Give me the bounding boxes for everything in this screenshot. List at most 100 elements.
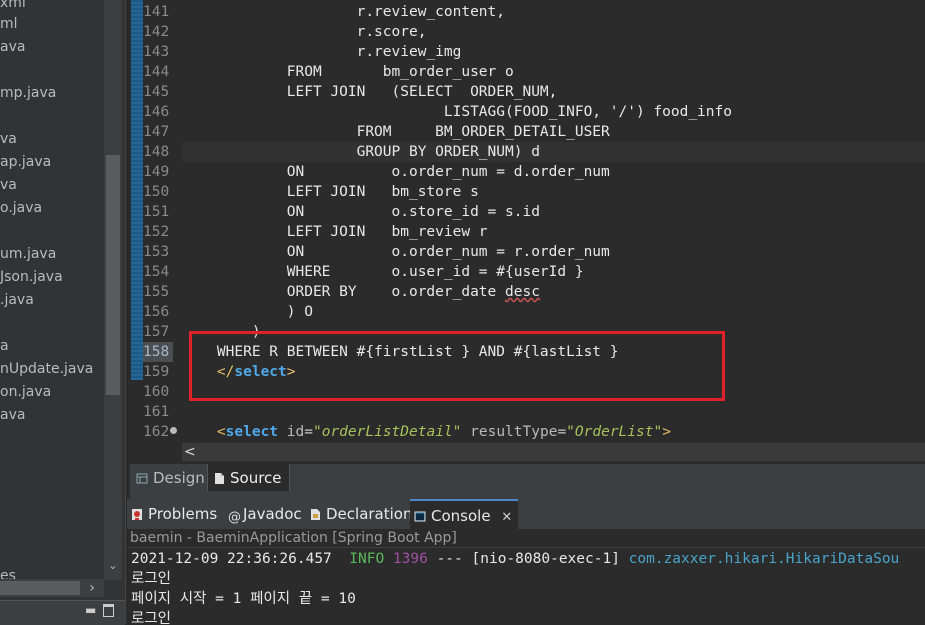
panel-separator (130, 491, 925, 499)
console-icon (414, 511, 426, 522)
design-icon (136, 473, 148, 484)
line-number: 150 (143, 184, 170, 200)
code-token: id (286, 424, 305, 440)
output-line: 페이지 시작 = 1 페이지 끝 = 10 (131, 591, 356, 607)
tab-declaration[interactable]: Declaration (309, 499, 412, 529)
tab-declaration-label: Declaration (326, 505, 413, 523)
code-line: ON o.order_num = r.order_num (182, 244, 610, 260)
sidebar-scroll-thumb[interactable] (106, 155, 120, 395)
tree-item[interactable]: on.java (0, 382, 51, 402)
code-token: "OrderList" (566, 424, 663, 440)
tree-item[interactable]: ava (0, 405, 25, 425)
tree-item[interactable]: mp.java (0, 83, 56, 103)
code-token: < (216, 424, 226, 440)
line-number: 162 (143, 424, 170, 440)
console-title: baemin - BaeminApplication [Spring Boot … (127, 529, 925, 548)
editor-horizontal-scrollbar[interactable] (182, 443, 925, 461)
chevron-left-icon[interactable]: < (184, 443, 196, 461)
console-output[interactable]: 2021-12-09 22:36:26.457 INFO 1396 --- [n… (127, 549, 925, 624)
editor-mode-tabs: Design Source (130, 463, 925, 492)
tree-item[interactable]: nUpdate.java (0, 359, 93, 379)
line-number: 147 (143, 124, 170, 140)
code-token: select (225, 424, 279, 440)
tree-item[interactable]: va (0, 175, 17, 195)
tab-source[interactable]: Source (207, 464, 290, 492)
code-token: > (662, 424, 671, 440)
tree-item[interactable]: o.java (0, 198, 42, 218)
line-number: 157 (143, 324, 170, 340)
chevron-down-icon[interactable]: ⌄ (104, 558, 122, 574)
code-line: ) O (182, 304, 313, 320)
log-line: 2021-12-09 22:36:26.457 INFO 1396 --- [n… (127, 549, 925, 569)
line-number: 160 (143, 384, 170, 400)
tree-item[interactable]: Json.java (0, 267, 63, 287)
output-line: 로그인 (131, 571, 172, 587)
code-token: "orderListDetail" (312, 424, 462, 440)
tab-design-label: Design (153, 469, 205, 487)
tab-javadoc[interactable]: @ Javadoc (228, 499, 302, 529)
close-icon[interactable]: ✕ (501, 510, 512, 525)
code-line: ON o.store_id = s.id (182, 204, 540, 220)
tab-design[interactable]: Design (136, 464, 205, 492)
code-line: ORDER BY o.order_date desc (182, 282, 925, 302)
highlight-annotation-box (189, 331, 725, 401)
line-number: 151 (143, 204, 170, 220)
line-number: 143 (143, 44, 170, 60)
log-separator: --- (436, 551, 463, 567)
tab-problems-label: Problems (148, 505, 218, 523)
tab-console-label: Console (431, 507, 491, 525)
line-number: 158 (143, 342, 173, 362)
code-token: = (557, 424, 567, 440)
code-line: ON o.order_num = d.order_num (182, 164, 610, 180)
bottom-panel-tabs: Problems @ Javadoc Declaration Console ✕ (127, 499, 925, 530)
tab-problems[interactable]: Problems (131, 499, 217, 529)
log-level: INFO (349, 551, 385, 567)
line-number: 156 (143, 304, 170, 320)
code-line: r.review_content, (182, 4, 506, 20)
code-text: ORDER BY o.order_date (182, 284, 506, 300)
code-line: FROM BM_ORDER_DETAIL_USER (182, 124, 610, 140)
code-token: = (304, 424, 313, 440)
code-line: WHERE o.user_id = #{userId } (182, 264, 584, 280)
tree-item[interactable]: ap.java (0, 152, 51, 172)
tree-item[interactable]: um.java (0, 244, 56, 264)
source-file-icon (215, 473, 224, 484)
tree-item[interactable]: a (0, 336, 9, 356)
line-number: 146 (143, 104, 170, 120)
problems-icon (132, 509, 142, 520)
log-pid: 1396 (392, 551, 428, 567)
line-number: 141 (143, 4, 170, 20)
tab-source-label: Source (230, 469, 282, 487)
maximize-icon[interactable] (103, 604, 114, 617)
code-line: LISTAGG(FOOD_INFO, '/') food_info (182, 104, 732, 120)
tree-item[interactable]: ava (0, 37, 25, 57)
line-number: 155 (143, 284, 170, 300)
line-number: 152 (143, 224, 170, 240)
tree-item[interactable]: .java (0, 290, 34, 310)
fold-icon[interactable] (170, 427, 177, 434)
tree-item[interactable]: xml (0, 0, 26, 13)
code-line: FROM bm_order_user o (182, 64, 514, 80)
line-number: 153 (143, 244, 170, 260)
minimize-icon[interactable]: ▬ (85, 603, 96, 617)
code-line: LEFT JOIN (SELECT ORDER_NUM, (182, 84, 558, 100)
tree-item[interactable]: va (0, 129, 17, 149)
code-line: r.review_img (182, 44, 462, 60)
log-timestamp: 2021-12-09 22:36:26.457 (131, 551, 332, 567)
code-line: r.score, (182, 24, 427, 40)
line-number: 142 (143, 24, 170, 40)
line-number: 149 (143, 164, 170, 180)
tab-console[interactable]: Console ✕ (410, 499, 519, 529)
sidebar-hscroll-thumb[interactable] (0, 581, 80, 595)
chevron-right-icon[interactable]: › (82, 579, 102, 597)
code-line: <select id="orderListDetail" resultType=… (182, 422, 925, 442)
declaration-icon (311, 509, 320, 520)
line-number: 144 (143, 64, 170, 80)
line-numbers: 141 142 143 144 145 146 147 148 149 150 151 152 153 1… (143, 2, 173, 442)
tree-item[interactable]: ml (0, 14, 18, 34)
code-line: LEFT JOIN bm_review r (182, 224, 488, 240)
line-number: 154 (143, 264, 170, 280)
